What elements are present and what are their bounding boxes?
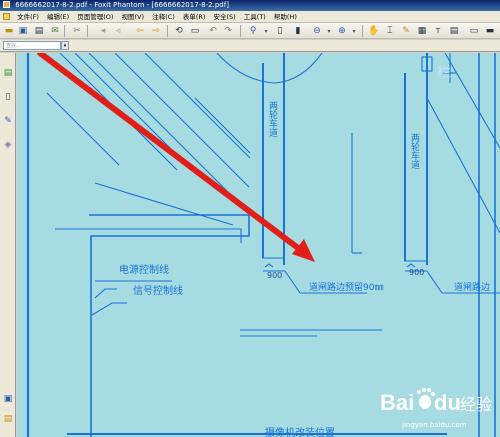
print-icon[interactable]: ▤ <box>33 25 45 37</box>
svg-text:du: du <box>434 390 461 415</box>
menu-comment[interactable]: 注释(C) <box>149 11 178 23</box>
svg-text:jingyan.baidu.com: jingyan.baidu.com <box>401 421 467 429</box>
chevron-down-icon[interactable]: ▾ <box>61 41 69 50</box>
zoom-out-icon[interactable]: ⊖ <box>311 25 323 37</box>
red-arrow-annotation <box>37 53 315 262</box>
top-partial-text: 栏 <box>437 65 451 81</box>
pages-icon[interactable]: ▯ <box>2 91 14 104</box>
toolbar-separator <box>87 25 88 37</box>
menu-security[interactable]: 安全(S) <box>211 11 239 23</box>
redo-icon[interactable]: ↷ <box>222 25 234 37</box>
svg-text:经验: 经验 <box>460 395 492 414</box>
dimension-right: 900 <box>409 268 424 277</box>
note-camera-position: 摄像机改装位置 <box>265 426 335 437</box>
toolbar-separator <box>167 25 168 37</box>
zoom-icon[interactable]: ⚲ <box>247 25 259 37</box>
window-title: 6666662017-8-2.pdf - Foxit Phantom - [66… <box>15 1 229 9</box>
menu-tools[interactable]: 工具(T) <box>241 11 269 23</box>
hand-tool-icon[interactable]: ✋ <box>367 25 379 37</box>
pencil-icon[interactable]: ✎ <box>400 25 412 37</box>
open-folder-icon[interactable]: ▬ <box>3 25 15 37</box>
document-icon <box>3 13 10 20</box>
menu-edit[interactable]: 编辑(E) <box>44 11 72 23</box>
comments-icon[interactable]: ✎ <box>2 115 14 128</box>
snapshot-icon[interactable]: ▦ <box>416 25 428 37</box>
fit-page-icon[interactable]: ▯ <box>274 25 286 37</box>
save-icon[interactable]: ▣ <box>17 25 29 37</box>
document-canvas[interactable]: 电源控制线 信号控制线 900 900 道闸路边预留90㎜ 道闸路边 摄像机改装… <box>17 53 500 437</box>
menu-page-management[interactable]: 页面管理(O) <box>74 11 116 23</box>
menu-view[interactable]: 视图(V) <box>119 11 148 23</box>
dimension-left: 900 <box>267 271 282 280</box>
toolbar-separator <box>362 25 363 37</box>
note-icon[interactable]: ▤ <box>448 25 460 37</box>
rotate-icon[interactable]: ⟲ <box>173 25 185 37</box>
cad-drawing: 电源控制线 信号控制线 900 900 道闸路边预留90㎜ 道闸路边 摄像机改装… <box>26 53 500 437</box>
attachments-icon[interactable]: ▣ <box>2 393 14 406</box>
toolbar-separator <box>240 25 241 37</box>
chevron-down-icon[interactable]: ▾ <box>323 25 335 37</box>
menu-file[interactable]: 文件(F) <box>14 11 42 23</box>
toolbar-separator <box>64 25 65 37</box>
menu-help[interactable]: 帮助(H) <box>271 11 300 23</box>
attachment-icon[interactable]: ▬ <box>484 25 496 37</box>
cut-icon[interactable]: ✂ <box>71 25 83 37</box>
label-signal-line: 信号控制线 <box>133 284 183 297</box>
app-icon <box>3 1 10 8</box>
baidu-logo: Bai du 经验 jingyan.baidu.com <box>380 388 492 429</box>
lane-label-right: 两轮车道 <box>409 133 420 170</box>
label-power-line: 电源控制线 <box>119 263 169 276</box>
zoom-in-icon[interactable]: ⊕ <box>336 25 348 37</box>
search-bar: 查找... ▾ <box>0 40 500 52</box>
sidebar: ▤ ▯ ✎ ◈ ▣ ▤ <box>0 53 16 437</box>
search-input[interactable]: 查找... <box>3 41 61 50</box>
lane-label-left: 两轮车道 <box>267 101 278 138</box>
fit-width-icon[interactable]: ▮ <box>292 25 304 37</box>
note-gate-right: 道闸路边 <box>454 281 490 293</box>
undo-icon[interactable]: ↶ <box>207 25 219 37</box>
back-icon[interactable]: ⇦ <box>134 25 146 37</box>
chevron-down-icon[interactable]: ▾ <box>260 25 272 37</box>
email-icon[interactable]: ✉ <box>49 25 61 37</box>
forward-icon[interactable]: ⇨ <box>150 25 162 37</box>
select-text-icon[interactable]: ⌶ <box>384 25 396 37</box>
page-layout-icon[interactable]: ▭ <box>189 25 201 37</box>
typewriter-icon[interactable]: T <box>432 25 444 37</box>
menu-form[interactable]: 表单(R) <box>180 11 209 23</box>
title-bar: 6666662017-8-2.pdf - Foxit Phantom - [66… <box>0 0 500 11</box>
baidu-watermark: Bai du 经验 jingyan.baidu.com <box>372 382 497 432</box>
toolbar: ▬ ▣ ▤ ✉ ✂ ◂ ◃ ⇦ ⇨ ⟲ ▭ ↶ ↷ ⚲ ▾ ▯ ▮ ⊖ ▾ ⊕ … <box>0 23 500 39</box>
link-icon[interactable]: ▭ <box>468 25 480 37</box>
note-gate-reserve: 道闸路边预留90㎜ <box>309 281 383 293</box>
svg-text:Bai: Bai <box>380 390 414 415</box>
bookmarks-icon[interactable]: ▤ <box>2 67 14 80</box>
lock-icon[interactable]: ▤ <box>2 413 14 426</box>
previous-page-icon[interactable]: ◃ <box>112 25 124 37</box>
first-page-icon[interactable]: ◂ <box>97 25 109 37</box>
layers-icon[interactable]: ◈ <box>2 139 14 152</box>
menu-bar: 文件(F) 编辑(E) 页面管理(O) 视图(V) 注释(C) 表单(R) 安全… <box>0 11 500 23</box>
chevron-down-icon[interactable]: ▾ <box>348 25 360 37</box>
